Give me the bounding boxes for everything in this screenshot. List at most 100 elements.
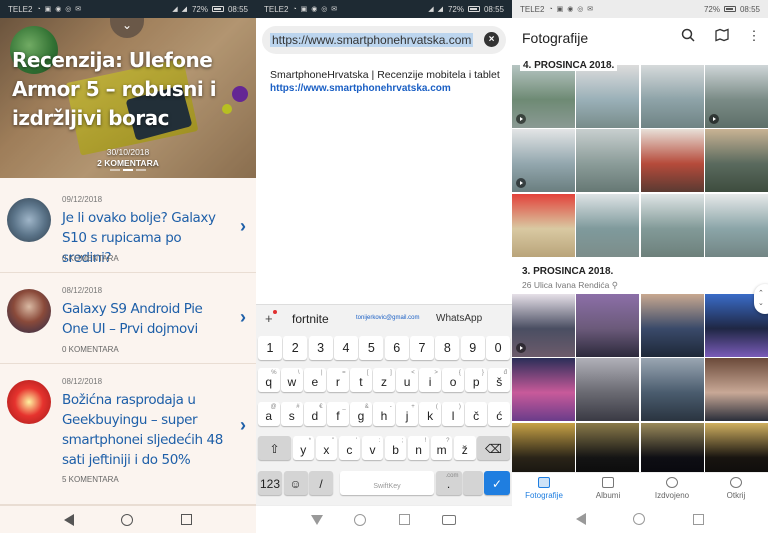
featured-comments[interactable]: 2 KOMENTARA [0,158,256,168]
prediction-1[interactable]: fortnite [292,312,329,326]
shift-key[interactable]: ⇧ [258,436,291,460]
photo-thumbnail[interactable] [512,129,575,193]
key-l[interactable]: l) [442,402,464,426]
photo-thumbnail[interactable] [576,358,640,422]
key-o[interactable]: o{ [442,368,464,392]
key-g[interactable]: g & [350,402,372,426]
key-8[interactable]: 8 [435,336,460,360]
recent-apps-icon[interactable] [693,513,705,525]
tab-highlights[interactable]: Izdvojeno [640,477,704,500]
hide-keyboard-icon[interactable] [311,514,324,525]
key-v[interactable]: v: [361,436,384,460]
article-list-item[interactable]: 08/12/2018 Galaxy S9 Android Pie One UI … [0,274,256,364]
key-y[interactable]: y * [292,436,315,460]
key-t[interactable]: t[ [350,368,372,392]
key-h[interactable]: h- [373,402,395,426]
key-p[interactable]: p} [465,368,487,392]
photo-thumbnail[interactable] [640,358,704,422]
photo-thumbnail[interactable] [576,193,640,257]
key-u[interactable]: u < [396,368,418,392]
photo-thumbnail[interactable] [640,294,704,357]
chevron-right-icon[interactable]: › [240,216,246,237]
clear-icon[interactable]: × [484,32,499,47]
plus-icon[interactable]: + [265,311,273,326]
recent-apps-icon[interactable] [398,514,410,525]
tab-albums[interactable]: Albumi [576,477,640,500]
key-e[interactable]: e | [304,368,326,392]
key-d[interactable]: d € [304,402,326,426]
photo-thumbnail[interactable] [512,65,575,128]
photo-thumbnail[interactable] [704,129,768,193]
key-6[interactable]: 6 [384,336,409,360]
search-icon[interactable] [680,28,696,44]
key-ž[interactable]: ž [453,436,476,460]
featured-title[interactable]: Recenzija: Ulefone Armor 5 – robusni i i… [12,46,248,133]
key-1[interactable]: 1 [258,336,282,360]
key-7[interactable]: 7 [410,336,434,360]
featured-article[interactable]: ⌄ Recenzija: Ulefone Armor 5 – robusni i… [0,0,256,178]
voice-key[interactable] [463,471,483,495]
photo-thumbnail[interactable] [640,193,704,257]
suggestion-title[interactable]: SmartphoneHrvatska | Recenzije mobitela … [270,69,510,81]
photo-thumbnail[interactable] [512,358,575,422]
article-title[interactable]: Božićna rasprodaja u Geekbuyingu – super… [62,390,230,470]
emoji-key[interactable]: ☺ [283,471,308,495]
key-5[interactable]: 5 [359,336,384,360]
dot-key[interactable]: . .com [435,471,462,495]
more-options-icon[interactable]: ⋮ [746,28,762,44]
key-j[interactable]: j + [396,402,418,426]
fast-scroll-handle[interactable]: ⌃ ⌄ [754,284,768,314]
photo-thumbnail[interactable] [576,294,640,357]
key-k[interactable]: k( [419,402,441,426]
tab-discover[interactable]: Otkrij [704,477,768,500]
article-list-item[interactable]: 09/12/2018 Je li ovako bolje? Galaxy S10… [0,183,256,273]
photo-thumbnail[interactable] [640,129,704,193]
numbers-key[interactable]: 123 [258,471,282,495]
key-b[interactable]: b; [384,436,407,460]
key-r[interactable]: r = [327,368,349,392]
key-a[interactable]: a @ [258,402,280,426]
key-i[interactable]: i > [419,368,441,392]
article-list-item[interactable]: 08/12/2018 Božićna rasprodaja u Geekbuyi… [0,365,256,505]
key-3[interactable]: 3 [308,336,333,360]
key-š[interactable]: šđ [488,368,510,392]
home-icon[interactable] [354,513,367,526]
key-m[interactable]: m? [430,436,453,460]
space-key[interactable]: SwiftKey [340,471,434,495]
photo-thumbnail[interactable] [512,193,575,257]
backspace-key[interactable]: ⌫ [477,436,510,460]
photo-thumbnail[interactable] [640,65,704,128]
suggestion-url[interactable]: https://www.smartphonehrvatska.com [270,83,451,94]
prediction-2[interactable]: tonijerkovic@gmail.com [356,315,419,321]
chevron-right-icon[interactable]: › [240,307,246,328]
enter-key[interactable]: ✓ [484,471,510,495]
photo-thumbnail[interactable] [704,193,768,257]
back-icon[interactable] [63,513,74,526]
key-č[interactable]: č [465,402,487,426]
key-2[interactable]: 2 [283,336,308,360]
photo-thumbnail[interactable] [704,358,768,422]
article-title[interactable]: Galaxy S9 Android Pie One UI – Prvi dojm… [62,299,230,339]
url-input[interactable]: https://www.smartphonehrvatska.com [270,33,474,47]
key-w[interactable]: w \ [281,368,303,392]
tab-photos[interactable]: Fotografije [512,477,576,500]
home-icon[interactable] [121,513,134,526]
key-x[interactable]: x " [315,436,338,460]
key-9[interactable]: 9 [460,336,485,360]
keyboard-switch-icon[interactable] [441,514,456,525]
slash-key[interactable]: / [309,471,333,495]
key-c[interactable]: c ' [338,436,361,460]
key-4[interactable]: 4 [334,336,358,360]
key-0[interactable]: 0 [486,336,510,360]
prediction-3[interactable]: WhatsApp [436,313,482,324]
photo-thumbnail[interactable] [576,129,640,193]
photo-thumbnail[interactable] [704,65,768,128]
photo-thumbnail[interactable] [576,65,640,128]
address-bar[interactable]: https://www.smartphonehrvatska.com × [262,26,506,54]
key-n[interactable]: n! [407,436,430,460]
key-f[interactable]: f _ [327,402,349,426]
home-icon[interactable] [633,513,646,525]
recent-apps-icon[interactable] [181,514,193,525]
photo-thumbnail[interactable] [512,294,575,357]
map-icon[interactable] [714,28,730,44]
